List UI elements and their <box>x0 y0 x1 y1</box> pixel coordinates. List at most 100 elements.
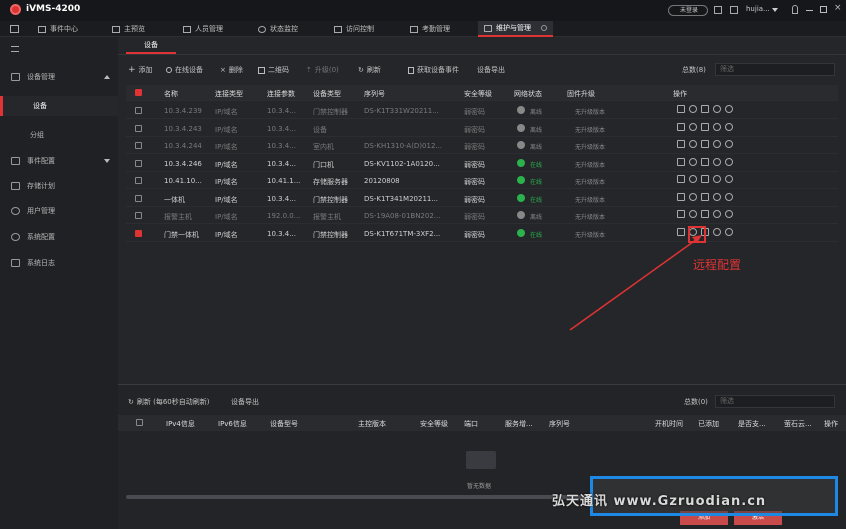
delete-button[interactable]: × 删除 <box>220 64 243 76</box>
sidebar-item-device[interactable]: 设备 <box>0 96 118 116</box>
get-events-button[interactable]: 获取设备事件 <box>408 64 459 76</box>
remote-config-icon[interactable] <box>689 122 697 131</box>
table-row[interactable]: 10.41.10... IP/域名 10.41.1... 存储服务器 20120808 弱… <box>126 172 838 189</box>
refresh-icon[interactable] <box>725 227 733 236</box>
refresh-icon[interactable] <box>725 210 733 218</box>
refresh-icon[interactable] <box>725 122 733 131</box>
user-icon[interactable] <box>713 227 721 236</box>
row-checkbox[interactable] <box>135 229 142 237</box>
storage-icon[interactable] <box>701 105 709 113</box>
tab-access-control[interactable]: 访问控制 <box>334 21 374 37</box>
user-icon[interactable] <box>713 140 721 148</box>
col-firmware[interactable]: 固件升级 <box>567 89 595 99</box>
list-icon[interactable] <box>714 6 722 14</box>
bottom-select-all-checkbox[interactable] <box>136 419 143 426</box>
online-devices-button[interactable]: 在线设备 <box>166 64 203 76</box>
tab-device[interactable]: 设备 <box>126 37 176 54</box>
row-checkbox[interactable] <box>135 124 142 132</box>
upgrade-button[interactable]: ⇡ 升级(0) <box>306 64 339 76</box>
bottom-filter-input[interactable]: 筛选 <box>715 395 835 408</box>
remote-config-icon[interactable] <box>689 157 697 166</box>
remote-config-icon[interactable] <box>689 140 697 148</box>
row-checkbox[interactable] <box>135 107 142 114</box>
row-checkbox[interactable] <box>135 142 142 149</box>
user-status-button[interactable]: 未登录 <box>668 5 708 16</box>
table-row[interactable]: 门禁一体机 IP/域名 10.3.4... 门禁控制器 DS-K1T671TM-3XF2… <box>126 225 838 242</box>
col-serial[interactable]: 序列号 <box>364 89 385 99</box>
storage-icon[interactable] <box>701 192 709 201</box>
close-tab-icon[interactable] <box>541 25 547 31</box>
auto-refresh-button[interactable]: ↻ 刷新 (每60秒自动刷新) <box>128 396 209 408</box>
col-security-level[interactable]: 安全等级 <box>464 89 492 99</box>
table-row[interactable]: 报警主机 IP/域名 192.0.0... 报警主机 DS-19A08-01BN202.… <box>126 207 838 224</box>
col-operation[interactable]: 操作 <box>673 89 687 99</box>
col-name[interactable]: 名称 <box>164 89 178 99</box>
table-row[interactable]: 10.3.4.246 IP/域名 10.3.4... 门口机 DS-KV1102-1A0… <box>126 155 838 172</box>
edit-icon[interactable] <box>677 140 685 148</box>
user-icon[interactable] <box>713 122 721 131</box>
col-support[interactable]: 是否支... <box>738 419 766 429</box>
edit-icon[interactable] <box>677 192 685 201</box>
refresh-icon[interactable] <box>725 175 733 183</box>
col-connection-param[interactable]: 连接参数 <box>267 89 295 99</box>
user-icon[interactable] <box>713 175 721 183</box>
col-firmware-version[interactable]: 主控版本 <box>358 419 386 429</box>
sidebar-item-system-log[interactable]: 系统日志 <box>0 253 118 273</box>
close-icon[interactable]: × <box>834 3 842 13</box>
refresh-icon[interactable] <box>725 140 733 148</box>
grid-menu-icon[interactable] <box>10 25 19 33</box>
tab-main-view[interactable]: 主预览 <box>112 21 145 37</box>
tab-person-management[interactable]: 人员管理 <box>183 21 223 37</box>
row-checkbox[interactable] <box>135 212 142 219</box>
col-connection-type[interactable]: 连接类型 <box>215 89 243 99</box>
sidebar-item-system-config[interactable]: 系统配置 <box>0 227 118 247</box>
bottom-export-button[interactable]: 设备导出 <box>231 396 259 408</box>
row-checkbox[interactable] <box>135 194 142 202</box>
sidebar-group-device-management[interactable]: 设备管理 <box>0 67 118 87</box>
col-model[interactable]: 设备型号 <box>270 419 298 429</box>
lock-icon[interactable] <box>792 5 798 14</box>
table-row[interactable]: 一体机 IP/域名 10.3.4... 门禁控制器 DS-K1T341M20211...… <box>126 190 838 207</box>
col-bottom-operation[interactable]: 操作 <box>824 419 838 429</box>
filter-input[interactable]: 筛选 <box>715 63 835 76</box>
storage-icon[interactable] <box>701 122 709 131</box>
edit-icon[interactable] <box>677 122 685 131</box>
sidebar-item-group[interactable]: 分组 <box>0 125 118 145</box>
add-button[interactable]: + 添加 <box>128 64 153 76</box>
col-ezviz[interactable]: 萤石云... <box>784 419 812 429</box>
tab-attendance[interactable]: 考勤管理 <box>410 21 450 37</box>
table-row[interactable]: 10.3.4.239 IP/域名 10.3.4... 门禁控制器 DS-K1T331W2… <box>126 102 838 119</box>
col-bottom-serial[interactable]: 序列号 <box>549 419 570 429</box>
col-added[interactable]: 已添加 <box>698 419 719 429</box>
tab-maintenance[interactable]: 维护与管理 <box>478 21 553 37</box>
row-checkbox[interactable] <box>135 159 142 167</box>
qrcode-button[interactable]: 二维码 <box>258 64 289 76</box>
col-service[interactable]: 服务增... <box>505 419 533 429</box>
col-ipv4[interactable]: IPv4信息 <box>166 419 195 429</box>
select-all-checkbox[interactable] <box>135 89 142 96</box>
remote-config-icon[interactable] <box>689 175 697 183</box>
storage-icon[interactable] <box>701 210 709 218</box>
col-network-status[interactable]: 网络状态 <box>514 89 542 99</box>
refresh-icon[interactable] <box>725 105 733 113</box>
table-row[interactable]: 10.3.4.244 IP/域名 10.3.4... 室内机 DS-KH1310-A(D… <box>126 137 838 154</box>
row-checkbox[interactable] <box>135 177 142 184</box>
remote-config-icon[interactable] <box>689 105 697 113</box>
refresh-button[interactable]: ↻ 刷新 <box>358 64 381 76</box>
tab-status-monitor[interactable]: 状态监控 <box>258 21 298 37</box>
table-row[interactable]: 10.3.4.243 IP/域名 10.3.4... 设备 弱密码 离线 无升级版本 <box>126 120 838 137</box>
chevron-down-icon[interactable] <box>772 8 778 12</box>
sidebar-item-storage-plan[interactable]: 存储计划 <box>0 176 118 196</box>
user-icon[interactable] <box>713 105 721 113</box>
sidebar-item-user-management[interactable]: 用户管理 <box>0 201 118 221</box>
storage-icon[interactable] <box>701 140 709 148</box>
refresh-icon[interactable] <box>725 192 733 201</box>
col-port[interactable]: 端口 <box>464 419 478 429</box>
edit-icon[interactable] <box>677 105 685 113</box>
remote-config-icon[interactable] <box>689 210 697 218</box>
menu-toggle-icon[interactable] <box>11 46 19 52</box>
edit-icon[interactable] <box>677 157 685 166</box>
export-button[interactable]: 设备导出 <box>477 64 505 76</box>
maximize-icon[interactable] <box>820 6 827 13</box>
display-icon[interactable] <box>730 6 738 14</box>
